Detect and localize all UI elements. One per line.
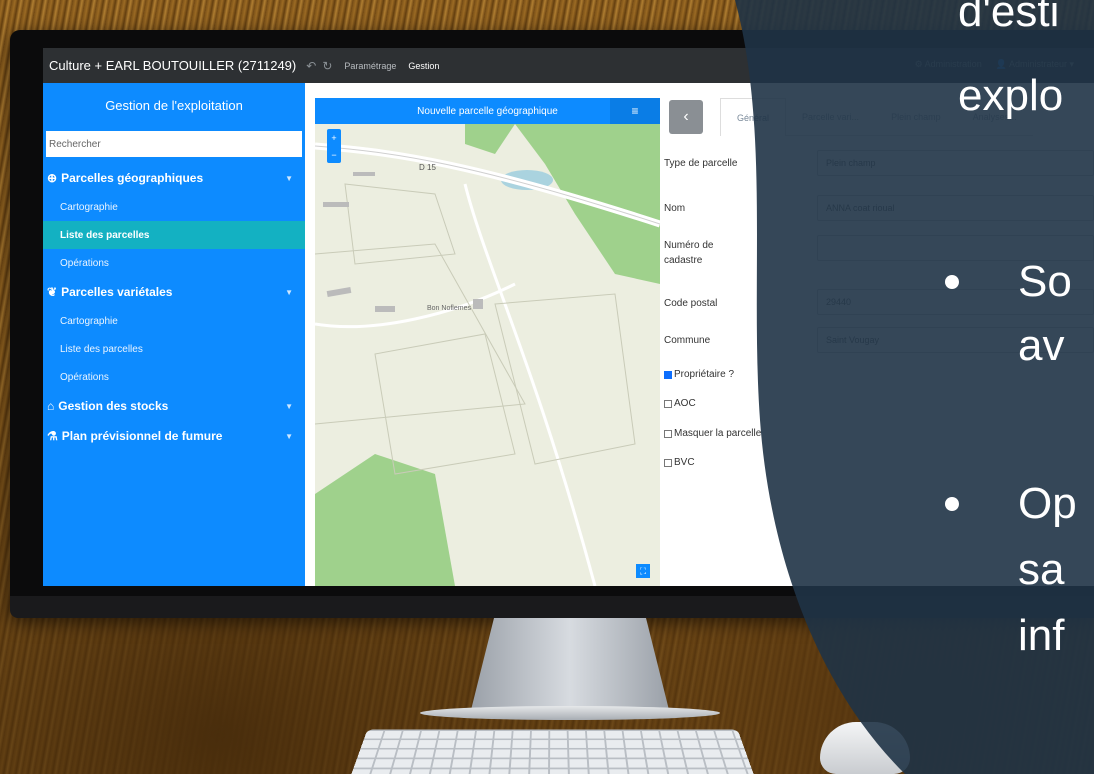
- administration-label: Administration: [924, 59, 982, 69]
- monitor: Culture + EARL BOUTOUILLER (2711249) ↶ ↻…: [10, 30, 1094, 618]
- sidebar-item-operations-var[interactable]: Opérations: [43, 363, 305, 391]
- sidebar-group-parcelles-geographiques[interactable]: ⊕ Parcelles géographiques ▼: [43, 163, 305, 193]
- map-panel: D 15 Bon Noflemes Nouvelle parcelle géog…: [315, 98, 660, 586]
- sidebar-item-cartographie-var[interactable]: Cartographie: [43, 307, 305, 335]
- checkbox-label: Masquer la parcelle: [674, 428, 762, 439]
- label-numero-cadastre: Numéro de cadastre: [664, 240, 714, 266]
- map[interactable]: D 15 Bon Noflemes: [315, 124, 660, 586]
- bullet-icon: [945, 497, 959, 511]
- map-place-label: Bon Noflemes: [427, 305, 471, 312]
- map-header: Nouvelle parcelle géographique ≡: [315, 98, 660, 124]
- back-button[interactable]: ‹: [669, 100, 703, 134]
- checkbox-label: AOC: [674, 398, 696, 409]
- gear-icon: ⚙: [914, 59, 923, 69]
- map-road-label: D 15: [419, 163, 436, 172]
- flask-icon: ⚗: [47, 429, 58, 443]
- checkbox-aoc[interactable]: AOC: [664, 398, 696, 409]
- sidebar-group-parcelles-varietales[interactable]: ❦ Parcelles variétales ▼: [43, 277, 305, 307]
- sidebar-item-cartographie-geo[interactable]: Cartographie: [43, 193, 305, 221]
- slide-text-line2: explo: [958, 71, 1064, 120]
- checkbox-masquer-parcelle[interactable]: Masquer la parcelle: [664, 428, 761, 439]
- sidebar-header: Gestion de l'exploitation: [105, 97, 243, 113]
- bullet-icon: [945, 275, 959, 289]
- checkbox-icon: [664, 429, 672, 438]
- slide-bullet1-line2: av: [1018, 321, 1065, 370]
- group-label: Plan prévisionnel de fumure: [61, 429, 223, 443]
- type-parcelle-select[interactable]: Plein champ: [817, 150, 1094, 176]
- monitor-stand: [470, 618, 670, 714]
- zoom-control: + −: [327, 129, 341, 163]
- caret-down-icon: ▼: [285, 173, 293, 183]
- tab-parcelle-varietale[interactable]: Parcelle vari...: [786, 98, 876, 136]
- label-nom: Nom: [664, 203, 686, 214]
- app-title: Culture + EARL BOUTOUILLER (2711249): [49, 58, 297, 73]
- sidebar: Gestion de l'exploitation Rechercher ⊕ Pa…: [43, 83, 305, 586]
- nav-gestion[interactable]: Gestion: [408, 61, 439, 71]
- caret-down-icon: ▼: [285, 287, 293, 297]
- top-right-menu: ⚙ Administration 👤 Administrateur ▾: [915, 59, 1074, 70]
- checkbox-label: Propriétaire ?: [674, 369, 735, 380]
- sidebar-group-gestion-stocks[interactable]: ⌂ Gestion des stocks ▼: [43, 391, 305, 421]
- monitor-chin: [10, 596, 1094, 618]
- sidebar-item-operations-geo[interactable]: Opérations: [43, 249, 305, 277]
- app-screen: Culture + EARL BOUTOUILLER (2711249) ↶ ↻…: [43, 48, 1094, 586]
- sidebar-item-liste-parcelles-var[interactable]: Liste des parcelles: [43, 335, 305, 363]
- zoom-in-button[interactable]: +: [331, 133, 336, 143]
- tab-general[interactable]: Général: [720, 98, 787, 136]
- label-commune: Commune: [664, 335, 711, 346]
- globe-icon: ⊕: [47, 171, 58, 185]
- undo-icon[interactable]: ↶: [306, 59, 316, 73]
- hamburger-menu-button[interactable]: ≡: [610, 98, 660, 124]
- sidebar-item-liste-parcelles-geo[interactable]: Liste des parcelles: [43, 221, 305, 249]
- checkbox-bvc[interactable]: BVC: [664, 457, 695, 468]
- warehouse-icon: ⌂: [47, 399, 55, 413]
- group-label: Gestion des stocks: [58, 399, 169, 413]
- checkbox-label: BVC: [674, 457, 695, 468]
- slide-bullet2-line1: Op: [1018, 479, 1077, 528]
- monitor-base: [420, 706, 720, 720]
- fullscreen-button[interactable]: ⛶: [636, 564, 650, 578]
- refresh-icon[interactable]: ↻: [322, 59, 332, 73]
- user-menu[interactable]: 👤 Administrateur ▾: [996, 59, 1074, 70]
- caret-down-icon: ▼: [285, 431, 293, 441]
- caret-down-icon: ▼: [285, 401, 293, 411]
- mouse: [820, 722, 910, 774]
- checkbox-icon: [664, 458, 672, 467]
- sidebar-group-plan-fumure[interactable]: ⚗ Plan prévisionnel de fumure ▼: [43, 421, 305, 451]
- nav-parametrage[interactable]: Paramétrage: [344, 61, 396, 71]
- top-navbar: Culture + EARL BOUTOUILLER (2711249) ↶ ↻…: [43, 48, 1094, 83]
- slide-bullet1-line1: So: [1018, 257, 1072, 306]
- label-code-postal: Code postal: [664, 298, 718, 309]
- group-label: Parcelles variétales: [61, 285, 173, 299]
- checkbox-icon: [664, 399, 672, 408]
- slide-bullet2-line3: inf: [1018, 611, 1065, 660]
- administration-link[interactable]: ⚙ Administration: [915, 59, 982, 70]
- slide-text-line1: d'esti: [958, 0, 1060, 36]
- tab-plein-champ[interactable]: Plein champ: [875, 98, 957, 136]
- user-label: Administrateur: [1008, 59, 1067, 69]
- group-label: Parcelles géographiques: [61, 171, 204, 185]
- checkbox-proprietaire[interactable]: Propriétaire ?: [664, 369, 734, 380]
- checkbox-checked-icon: [664, 370, 672, 379]
- leaf-icon: ❦: [47, 285, 58, 299]
- user-icon: 👤: [995, 59, 1007, 69]
- keyboard: [350, 729, 755, 774]
- label-type-parcelle: Type de parcelle: [664, 158, 738, 169]
- map-title: Nouvelle parcelle géographique: [417, 105, 558, 117]
- search-input[interactable]: Rechercher: [46, 131, 302, 157]
- zoom-out-button[interactable]: −: [331, 150, 336, 160]
- nom-field[interactable]: ANNA coat rioual: [817, 195, 1094, 221]
- slide-bullet2-line2: sa: [1018, 545, 1065, 594]
